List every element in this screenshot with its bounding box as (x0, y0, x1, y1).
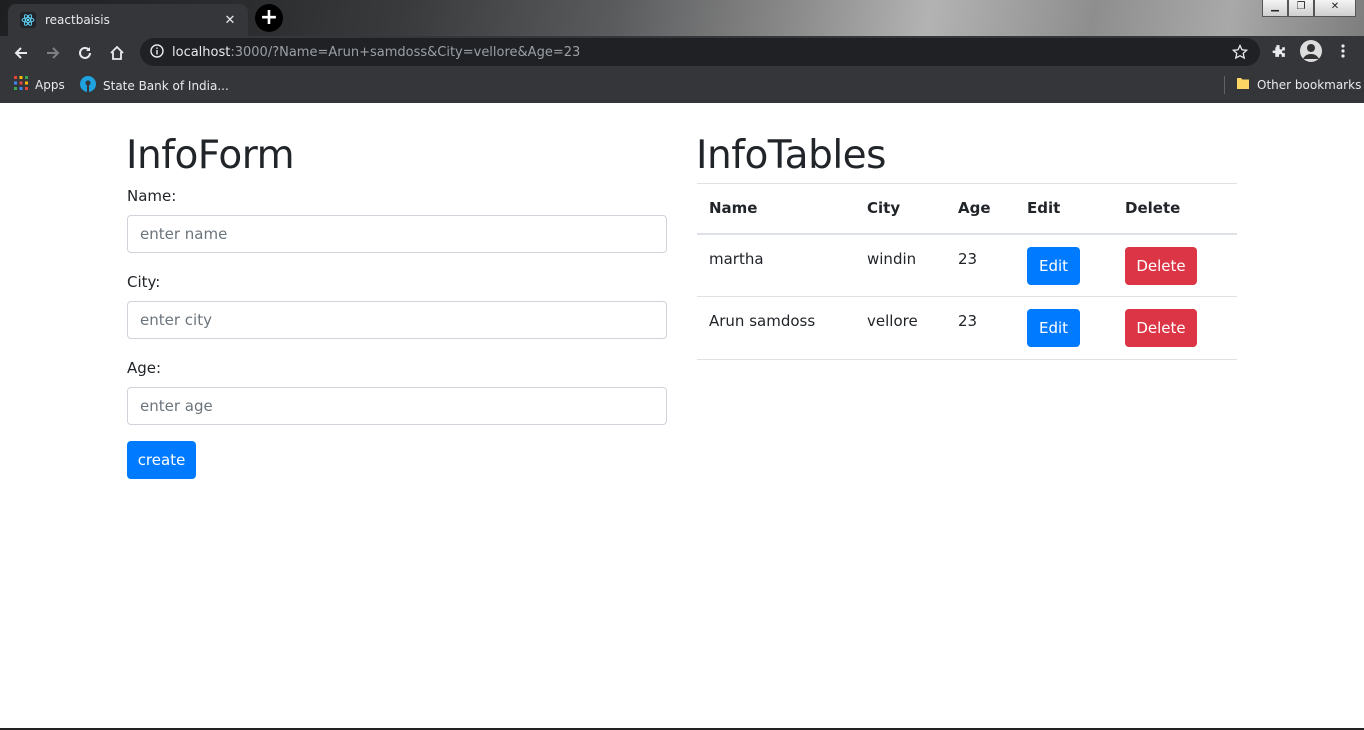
browser-toolbar: localhost:3000/?Name=Arun+samdoss&City=v… (0, 36, 1364, 68)
table-header-row: Name City Age Edit Delete (697, 183, 1237, 235)
browser-titlebar: reactbaisis ✕ + ▁ ❐ ✕ (0, 0, 1364, 36)
info-table: Name City Age Edit Delete martha windin … (697, 183, 1237, 360)
header-delete: Delete (1113, 183, 1237, 235)
url-host: localhost (172, 44, 231, 60)
age-label: Age: (127, 359, 162, 377)
new-tab-button[interactable]: + (255, 4, 283, 32)
bookmarks-divider (1224, 76, 1225, 94)
bookmark-sbi[interactable]: State Bank of India... (80, 76, 229, 95)
react-favicon-icon (20, 12, 36, 28)
cell-name: martha (697, 233, 855, 297)
cell-edit: Edit (1015, 296, 1113, 360)
edit-button[interactable]: Edit (1027, 246, 1080, 285)
cell-age: 23 (946, 233, 1015, 297)
header-name: Name (697, 183, 855, 235)
age-input[interactable] (127, 387, 667, 425)
home-icon[interactable] (106, 42, 128, 64)
cell-delete: Delete (1113, 233, 1237, 297)
restore-icon[interactable]: ❐ (1288, 0, 1314, 17)
header-edit: Edit (1015, 183, 1113, 235)
profile-avatar[interactable] (1300, 40, 1322, 66)
header-age: Age (946, 183, 1015, 235)
url-path: :3000/?Name=Arun+samdoss&City=vellore&Ag… (230, 44, 581, 60)
cell-name: Arun samdoss (697, 296, 855, 360)
other-bookmarks-label: Other bookmarks (1257, 77, 1362, 92)
info-icon[interactable] (150, 43, 164, 62)
cell-city: windin (855, 233, 946, 297)
cell-delete: Delete (1113, 296, 1237, 360)
cell-city: vellore (855, 296, 946, 360)
table-title: InfoTables (696, 133, 886, 178)
bookmark-apps[interactable]: Apps (14, 76, 65, 93)
form-title: InfoForm (126, 133, 295, 178)
cell-edit: Edit (1015, 233, 1113, 297)
reload-icon[interactable] (74, 42, 96, 64)
apps-grid-icon (14, 76, 28, 93)
extensions-icon[interactable] (1270, 43, 1287, 64)
table-row: Arun samdoss vellore 23 Edit Delete (697, 296, 1237, 360)
url-text: localhost:3000/?Name=Arun+samdoss&City=v… (172, 45, 580, 60)
bookmark-star-icon[interactable] (1231, 43, 1249, 64)
bookmark-sbi-label: State Bank of India... (103, 78, 229, 93)
window-controls: ▁ ❐ ✕ (1262, 0, 1356, 17)
city-input[interactable] (127, 301, 667, 339)
tab-title: reactbaisis (45, 13, 110, 27)
delete-button[interactable]: Delete (1125, 246, 1197, 285)
name-input[interactable] (127, 215, 667, 253)
back-icon[interactable] (10, 42, 32, 64)
address-bar[interactable]: localhost:3000/?Name=Arun+samdoss&City=v… (140, 38, 1260, 66)
browser-tab[interactable]: reactbaisis ✕ (8, 4, 248, 36)
delete-button[interactable]: Delete (1125, 309, 1197, 347)
city-label: City: (127, 273, 161, 291)
sbi-icon (80, 76, 96, 95)
table-row: martha windin 23 Edit Delete (697, 233, 1237, 297)
bookmark-apps-label: Apps (35, 77, 65, 92)
menu-kebab-icon[interactable] (1336, 43, 1350, 63)
edit-button[interactable]: Edit (1027, 309, 1080, 347)
header-city: City (855, 183, 946, 235)
window-close-icon[interactable]: ✕ (1314, 0, 1356, 17)
page-content: InfoForm Name: City: Age: create InfoTab… (0, 103, 1364, 730)
folder-icon (1236, 76, 1250, 93)
bookmarks-bar: Apps State Bank of India... Other bookma… (0, 68, 1364, 103)
cell-age: 23 (946, 296, 1015, 360)
minimize-icon[interactable]: ▁ (1262, 0, 1288, 17)
name-label: Name: (127, 187, 177, 205)
forward-icon[interactable] (42, 42, 64, 64)
create-button[interactable]: create (127, 441, 196, 479)
tab-close-icon[interactable]: ✕ (222, 13, 238, 28)
other-bookmarks[interactable]: Other bookmarks (1236, 76, 1361, 93)
